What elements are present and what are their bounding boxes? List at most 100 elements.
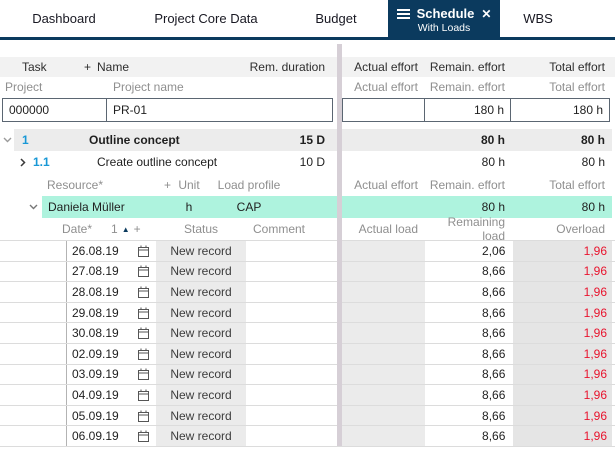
project-row: 000000 PR-01 180 h 180 h: [0, 97, 615, 123]
col-header-actual-load[interactable]: Actual load: [342, 222, 425, 236]
status-cell[interactable]: New record: [156, 323, 246, 343]
remaining-load-cell[interactable]: 8,66: [426, 364, 512, 385]
remaining-load-cell[interactable]: 8,66: [426, 261, 512, 282]
actual-load-cell: [342, 426, 425, 446]
chevron-down-icon[interactable]: [0, 137, 14, 143]
add-column-button[interactable]: +: [84, 60, 97, 74]
comment-cell[interactable]: [249, 261, 337, 282]
tab-project-core-data[interactable]: Project Core Data: [128, 0, 284, 37]
comment-cell[interactable]: [249, 241, 337, 261]
project-actual-effort-field[interactable]: [342, 98, 425, 122]
col-header-rem-duration[interactable]: Rem. duration: [233, 60, 337, 74]
actual-load-cell: [342, 405, 425, 426]
comment-cell[interactable]: [249, 426, 337, 446]
date-cell[interactable]: 27.08.19: [66, 261, 153, 282]
comment-cell[interactable]: [249, 323, 337, 343]
status-cell[interactable]: New record: [156, 426, 246, 446]
col-header-remain-effort[interactable]: Remain. effort: [425, 60, 512, 74]
overload-cell: 1,96: [513, 343, 613, 364]
col-header-name[interactable]: Name: [97, 60, 233, 74]
comment-cell[interactable]: [249, 385, 337, 405]
app-window: Dashboard Project Core Data Budget Sched…: [0, 0, 615, 449]
col-header-actual-effort[interactable]: Actual effort: [342, 60, 425, 74]
remaining-load-cell[interactable]: 8,66: [426, 323, 512, 343]
calendar-icon[interactable]: [138, 389, 149, 401]
resource-row-selected[interactable]: Daniela Müller h CAP 80 h 80 h: [0, 196, 615, 218]
col-header-resource[interactable]: Resource*: [0, 178, 157, 192]
status-cell[interactable]: New record: [156, 282, 246, 302]
calendar-icon[interactable]: [138, 410, 149, 422]
calendar-icon[interactable]: [138, 430, 149, 443]
col-header-remaining-load[interactable]: Remaining load: [425, 215, 512, 243]
calendar-icon[interactable]: [138, 368, 149, 381]
tab-wbs[interactable]: WBS: [500, 0, 576, 37]
date-cell[interactable]: 05.09.19: [66, 405, 153, 426]
date-cell[interactable]: 03.09.19: [66, 364, 153, 385]
col-header-overload[interactable]: Overload: [512, 222, 612, 236]
project-number-field[interactable]: 000000: [2, 98, 107, 122]
col-header-status[interactable]: Status: [156, 222, 246, 236]
calendar-icon[interactable]: [138, 327, 149, 340]
comment-cell[interactable]: [249, 405, 337, 426]
date-cell[interactable]: 28.08.19: [66, 282, 153, 302]
col-header-load-profile[interactable]: Load profile: [207, 178, 291, 192]
col-header-total-effort[interactable]: Total effort: [512, 60, 612, 74]
remaining-load-cell[interactable]: 8,66: [426, 405, 512, 426]
remaining-load-cell[interactable]: 8,66: [426, 302, 512, 323]
calendar-icon[interactable]: [138, 348, 149, 360]
date-cell[interactable]: 02.09.19: [66, 343, 153, 364]
tab-schedule[interactable]: Schedule ✕ With Loads: [388, 0, 500, 40]
chevron-down-icon[interactable]: [24, 204, 42, 210]
actual-load-cell: [342, 385, 425, 405]
close-icon[interactable]: ✕: [481, 8, 491, 20]
comment-cell[interactable]: [249, 302, 337, 323]
status-cell[interactable]: New record: [156, 302, 246, 323]
status-cell[interactable]: New record: [156, 241, 246, 261]
comment-cell[interactable]: [249, 343, 337, 364]
project-total-effort-field[interactable]: 180 h: [510, 98, 610, 122]
sort-order-number[interactable]: 1: [111, 222, 118, 236]
add-column-button[interactable]: +: [157, 178, 171, 192]
comment-cell[interactable]: [249, 282, 337, 302]
col-header-remain-effort[interactable]: Remain. effort: [425, 178, 512, 192]
date-cell[interactable]: 29.08.19: [66, 302, 153, 323]
col-header-total-effort[interactable]: Total effort: [512, 178, 612, 192]
col-header-comment[interactable]: Comment: [249, 222, 337, 236]
col-header-unit[interactable]: Unit: [171, 178, 207, 192]
remaining-load-cell[interactable]: 2,06: [426, 241, 512, 261]
status-cell[interactable]: New record: [156, 261, 246, 282]
col-header-task[interactable]: Task: [0, 60, 84, 74]
date-cell[interactable]: 30.08.19: [66, 323, 153, 343]
sort-asc-icon[interactable]: ▲: [122, 225, 130, 234]
add-column-button[interactable]: +: [134, 222, 141, 236]
panel-splitter[interactable]: [337, 44, 342, 446]
chevron-right-icon[interactable]: [20, 157, 33, 167]
tab-dashboard[interactable]: Dashboard: [0, 0, 128, 37]
remaining-load-cell[interactable]: 8,66: [426, 343, 512, 364]
task-row[interactable]: 1 Outline concept 15 D 80 h 80 h: [0, 129, 615, 151]
date-cell[interactable]: 26.08.19: [66, 241, 153, 261]
project-remain-effort-field[interactable]: 180 h: [424, 98, 511, 122]
subheader-project: Project: [5, 80, 43, 94]
status-cell[interactable]: New record: [156, 405, 246, 426]
status-cell[interactable]: New record: [156, 385, 246, 405]
tab-budget[interactable]: Budget: [284, 0, 388, 37]
status-cell[interactable]: New record: [156, 343, 246, 364]
remaining-load-cell[interactable]: 8,66: [426, 426, 512, 446]
col-header-actual-effort[interactable]: Actual effort: [342, 178, 425, 192]
calendar-icon[interactable]: [138, 286, 149, 298]
actual-load-cell: [342, 364, 425, 385]
date-cell[interactable]: 06.09.19: [66, 426, 153, 446]
menu-icon[interactable]: [396, 8, 410, 19]
calendar-icon[interactable]: [138, 265, 149, 278]
project-name-field[interactable]: PR-01: [106, 98, 333, 122]
status-cell[interactable]: New record: [156, 364, 246, 385]
date-cell[interactable]: 04.09.19: [66, 385, 153, 405]
calendar-icon[interactable]: [138, 307, 149, 319]
remaining-load-cell[interactable]: 8,66: [426, 282, 512, 302]
comment-cell[interactable]: [249, 364, 337, 385]
col-header-date[interactable]: Date*: [62, 222, 111, 236]
task-row[interactable]: 1.1 Create outline concept 10 D 80 h 80 …: [0, 151, 615, 173]
calendar-icon[interactable]: [138, 245, 149, 257]
remaining-load-cell[interactable]: 8,66: [426, 385, 512, 405]
